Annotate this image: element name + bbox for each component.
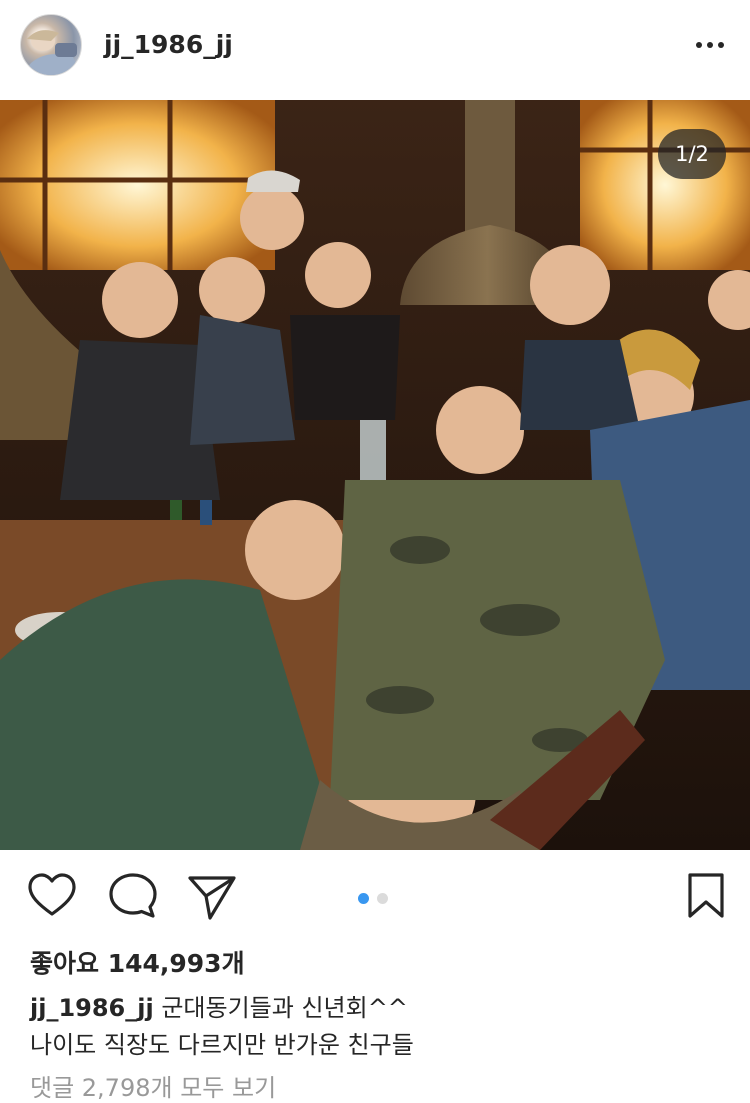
more-options-icon[interactable] xyxy=(696,30,724,60)
carousel-dot-active xyxy=(358,893,369,904)
caption-line2: 나이도 직장도 다르지만 반가운 친구들 xyxy=(30,1031,414,1059)
caption: jj_1986_jj 군대동기들과 신년회^^ 나이도 직장도 다르지만 반가운… xyxy=(30,990,730,1064)
username-link[interactable]: jj_1986_jj xyxy=(104,30,233,59)
comment-icon[interactable] xyxy=(107,870,159,922)
more-dot xyxy=(696,42,702,48)
bookmark-icon[interactable] xyxy=(682,870,734,922)
avatar[interactable] xyxy=(20,14,82,76)
post-header: jj_1986_jj xyxy=(0,0,750,100)
caption-line1: 군대동기들과 신년회^^ xyxy=(161,994,408,1022)
post-photo[interactable]: 1/2 xyxy=(0,100,750,850)
carousel-indicator xyxy=(358,893,388,904)
group-photo-illustration xyxy=(0,100,750,850)
likes-count[interactable]: 좋아요 144,993개 xyxy=(30,944,245,980)
heart-icon[interactable] xyxy=(26,870,78,922)
view-all-comments-link[interactable]: 댓글 2,798개 모두 보기 xyxy=(30,1068,276,1103)
more-dot xyxy=(707,42,713,48)
caption-username[interactable]: jj_1986_jj xyxy=(30,994,154,1022)
slide-counter: 1/2 xyxy=(658,129,726,179)
carousel-dot xyxy=(377,893,388,904)
more-dot xyxy=(718,42,724,48)
send-icon[interactable] xyxy=(186,870,238,922)
